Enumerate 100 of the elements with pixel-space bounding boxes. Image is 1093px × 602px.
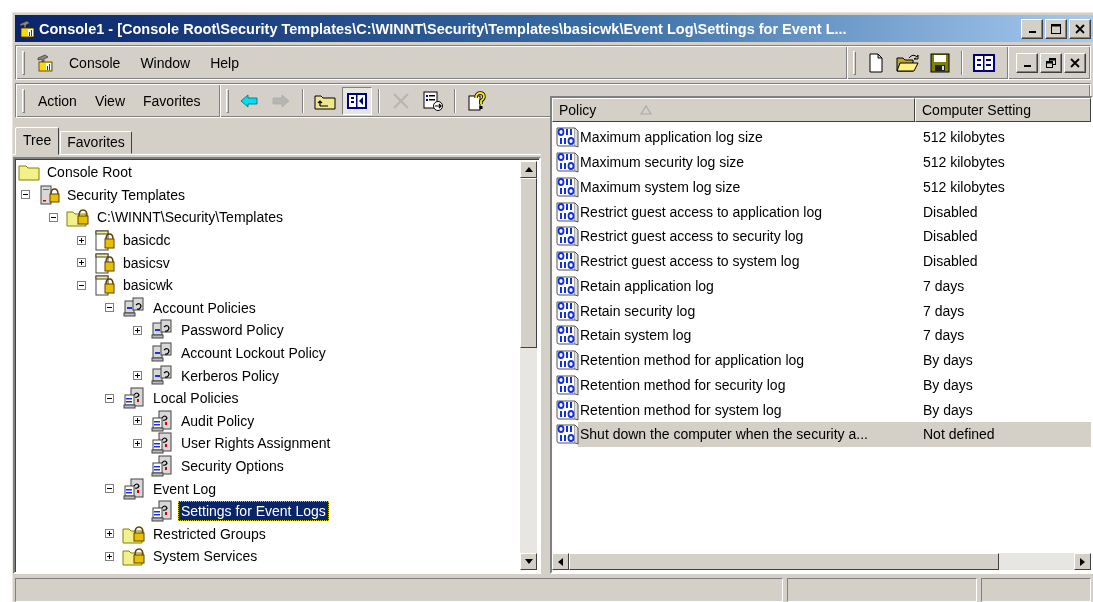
right-arrow-icon <box>1080 557 1085 566</box>
list-row[interactable]: Restrict guest access to security log Disabled <box>552 224 1091 249</box>
expand-icon[interactable] <box>133 416 142 426</box>
table-cell-text: By days <box>922 376 973 393</box>
list-row[interactable]: Retention method for system log By days <box>552 397 1091 422</box>
expand-icon[interactable] <box>133 438 142 448</box>
list-row[interactable]: Retain security log 7 days <box>552 298 1091 323</box>
tab[interactable]: Favorites <box>60 131 132 154</box>
server-document-icon <box>150 500 174 523</box>
minimize-button[interactable] <box>1016 52 1038 73</box>
menu-item[interactable]: Console <box>62 51 128 74</box>
help-icon <box>466 90 487 111</box>
scroll-left-button[interactable] <box>552 553 569 570</box>
binary-document-icon <box>555 398 579 421</box>
close-icon <box>1070 57 1080 68</box>
tree-item[interactable]: Restricted Groups <box>150 523 269 544</box>
scroll-up-button[interactable] <box>520 161 537 178</box>
servers-icon <box>150 364 174 387</box>
list-row[interactable]: Restrict guest access to application log Disabled <box>552 199 1091 224</box>
list-row[interactable]: Restrict guest access to system log Disabled <box>552 248 1091 274</box>
table-cell-text: Retain system log <box>580 327 693 344</box>
expand-icon[interactable] <box>133 325 142 335</box>
list-row[interactable]: Retention method for application log By days <box>552 347 1091 373</box>
up-arrow-icon <box>524 167 533 172</box>
tab[interactable]: Tree <box>15 127 60 155</box>
menu-item[interactable]: Favorites <box>135 89 209 112</box>
tree-item[interactable]: User Rights Assignment <box>178 433 334 454</box>
server-lock-icon <box>38 184 60 205</box>
menu-item[interactable]: Window <box>133 51 198 74</box>
tree-item[interactable]: basicwk <box>120 275 176 296</box>
server-document-icon <box>150 455 174 477</box>
list-row[interactable]: Maximum application log size 512 kilobytes <box>552 125 1091 150</box>
scroll-down-button[interactable] <box>520 553 537 570</box>
tree-item[interactable]: Password Policy <box>178 320 287 341</box>
scroll-thumb[interactable] <box>569 553 999 570</box>
binary-document-icon <box>555 151 579 174</box>
tree-item[interactable]: System Services <box>150 546 261 567</box>
tree-item[interactable]: basicdc <box>120 230 174 251</box>
table-cell-text: Disabled <box>922 228 978 245</box>
collapse-icon[interactable] <box>21 190 30 200</box>
expand-icon[interactable] <box>105 551 114 561</box>
show-tree-icon <box>346 92 367 109</box>
close-button[interactable] <box>1069 18 1091 39</box>
list-row[interactable]: Maximum security log size 512 kilobytes <box>552 149 1091 175</box>
open-folder-icon <box>896 52 920 73</box>
tree-item[interactable]: Console Root <box>44 162 135 183</box>
scroll-right-button[interactable] <box>1074 553 1091 570</box>
tree-item[interactable]: Kerberos Policy <box>178 365 283 386</box>
tree-item[interactable]: Event Log <box>150 478 220 499</box>
collapse-icon[interactable] <box>105 393 114 403</box>
tree-item[interactable]: Security Options <box>178 456 287 476</box>
column-header[interactable]: Policy <box>552 98 915 122</box>
expand-icon[interactable] <box>133 371 142 381</box>
folder-lock-icon <box>122 523 146 544</box>
toolbar-button[interactable] <box>341 86 372 115</box>
collapse-icon[interactable] <box>77 280 86 290</box>
scroll-thumb[interactable] <box>520 178 537 348</box>
collapse-icon[interactable] <box>105 484 114 494</box>
tree-item[interactable]: Audit Policy <box>178 410 258 431</box>
expand-icon[interactable] <box>105 529 114 539</box>
left-arrow-icon <box>558 557 563 566</box>
restore-button[interactable] <box>1040 52 1062 73</box>
tree-item[interactable]: Security Templates <box>64 184 188 205</box>
binary-document-icon <box>555 324 579 347</box>
tree-item[interactable]: basicsv <box>120 252 173 273</box>
minimize-button[interactable] <box>1021 18 1043 39</box>
close-button[interactable] <box>1064 52 1086 73</box>
expand-icon[interactable] <box>77 235 86 245</box>
horizontal-scrollbar[interactable] <box>552 553 1091 570</box>
server-document-icon <box>122 477 146 500</box>
back-arrow-icon <box>238 92 259 109</box>
menu-item[interactable]: Action <box>30 89 85 112</box>
panel-view-icon <box>973 53 995 72</box>
menu-item[interactable]: View <box>86 89 133 112</box>
table-cell-text: Restrict guest access to application log <box>580 203 823 220</box>
tree-item[interactable]: C:\WINNT\Security\Templates <box>94 207 286 228</box>
list-row[interactable]: Retain application log 7 days <box>552 273 1091 299</box>
table-cell-text: By days <box>922 401 973 418</box>
collapse-icon[interactable] <box>105 303 114 313</box>
list-row[interactable]: Retention method for security log By days <box>552 372 1091 398</box>
sort-ascending-icon <box>640 105 653 115</box>
maximize-button[interactable] <box>1045 18 1067 39</box>
list-row[interactable]: Retain system log 7 days <box>552 323 1091 348</box>
list-row[interactable]: Maximum system log size 512 kilobytes <box>552 174 1091 200</box>
table-cell-text: Shut down the computer when the security a... <box>580 426 869 443</box>
server-document-icon <box>150 432 174 455</box>
expand-icon[interactable] <box>77 258 86 268</box>
tree-item[interactable]: Account Policies <box>150 297 259 318</box>
delete-icon <box>390 91 411 110</box>
collapse-icon[interactable] <box>49 213 58 222</box>
menu-item[interactable]: Help <box>203 51 246 74</box>
tree-item[interactable]: Local Policies <box>150 388 242 409</box>
binary-document-icon <box>555 126 579 149</box>
table-cell-text: 7 days <box>922 327 965 344</box>
export-list-icon <box>421 90 444 111</box>
column-header[interactable]: Computer Setting <box>915 98 1091 122</box>
servers-icon <box>150 342 174 365</box>
vertical-scrollbar[interactable] <box>520 161 537 570</box>
tree-item[interactable]: Settings for Event Logs <box>178 501 329 522</box>
tree-item[interactable]: Account Lockout Policy <box>178 343 329 364</box>
